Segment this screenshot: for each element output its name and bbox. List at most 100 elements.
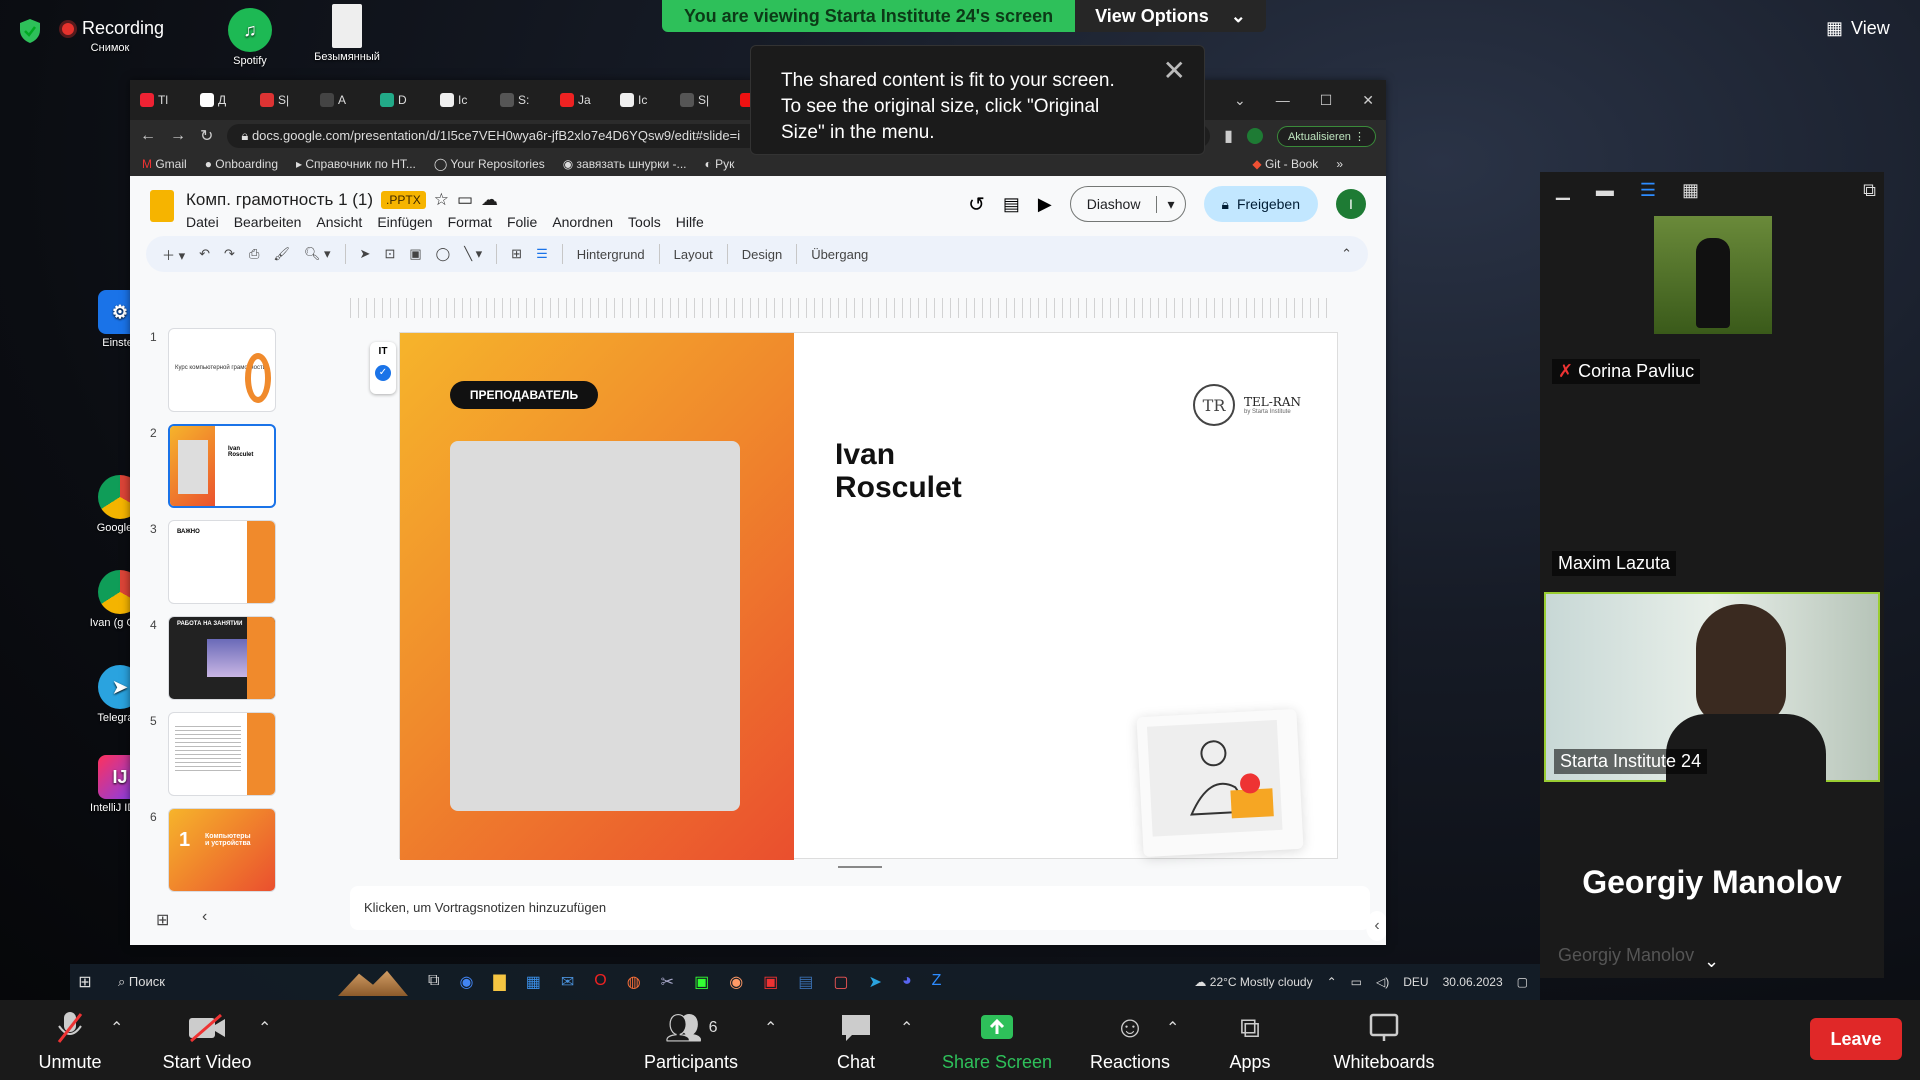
view-options-button[interactable]: View Options ⌄ (1075, 0, 1266, 32)
exit-panel-icon[interactable]: ⧉ (1863, 180, 1876, 201)
slide-thumbnail-selected[interactable]: Ivan Rosculet (168, 424, 276, 508)
horizontal-ruler[interactable] (350, 298, 1332, 318)
chat-chevron-icon[interactable]: ⌃ (900, 1018, 913, 1038)
toolbar-layout-button[interactable]: Layout (674, 247, 713, 262)
bookmark-git-book[interactable]: ◆ Git - Book (1252, 157, 1318, 171)
forward-icon[interactable]: → (170, 127, 186, 145)
bookmark-shoelaces[interactable]: ◉ завязать шнурки -... (563, 157, 687, 171)
comment-add-icon[interactable]: ⊞ (511, 246, 522, 262)
select-cursor-icon[interactable]: ➤ (360, 246, 371, 262)
resize-handle[interactable] (838, 866, 882, 868)
print-icon[interactable]: ⎙ (249, 246, 259, 262)
cloud-status-icon[interactable]: ☁ (481, 190, 498, 210)
browser-tab[interactable]: Ja (560, 87, 614, 113)
menu-hilfe[interactable]: Hilfe (676, 214, 704, 230)
desktop-icon-file[interactable]: Безымянный (307, 4, 387, 63)
line-icon[interactable]: ╲ ▾ (464, 246, 482, 262)
speaker-view-icon[interactable]: ☰ (1640, 180, 1656, 201)
menu-ansicht[interactable]: Ansicht (316, 214, 362, 230)
paint-format-icon[interactable]: 🖌︎ (273, 246, 290, 262)
toolbar-design-button[interactable]: Design (742, 247, 782, 262)
side-panel-toggle-icon[interactable]: ‹ (1366, 911, 1386, 941)
clock-date[interactable]: 30.06.2023 (1443, 975, 1503, 989)
single-view-icon[interactable]: ▬ (1596, 180, 1614, 201)
slides-logo-icon[interactable] (150, 190, 174, 222)
mail-icon[interactable]: ✉ (561, 972, 574, 992)
collapse-toolbar-icon[interactable]: ⌃ (1341, 246, 1352, 262)
network-icon[interactable]: ▭ (1351, 975, 1362, 989)
leave-button[interactable]: Leave (1810, 1018, 1902, 1060)
store-icon[interactable]: ▦ (526, 972, 541, 992)
video-tile-maxim[interactable]: Maxim Lazuta (1544, 392, 1880, 582)
menu-tools[interactable]: Tools (628, 214, 661, 230)
speaker-notes-field[interactable]: Klicken, um Vortragsnotizen hinzuzufügen (350, 886, 1370, 930)
zoom-icon[interactable]: 🔍︎ ▾ (304, 246, 331, 262)
view-button[interactable]: ▦ View (1826, 18, 1890, 39)
slide-thumbnail[interactable]: РАБОТА НА ЗАНЯТИИ (168, 616, 276, 700)
user-avatar[interactable]: I (1336, 189, 1366, 219)
discord-icon[interactable]: ◕ (902, 972, 912, 992)
firefox-icon[interactable]: ◍ (627, 972, 641, 992)
bookmark-onboarding[interactable]: ● Onboarding (205, 157, 278, 171)
tab-search-icon[interactable]: ⌄ (1234, 92, 1246, 109)
whiteboards-button[interactable]: Whiteboards (1324, 1010, 1444, 1073)
opera-icon[interactable]: O (594, 972, 606, 992)
translate-icon[interactable]: IT (370, 342, 396, 357)
reload-icon[interactable]: ↻ (200, 126, 213, 146)
text-box-icon[interactable]: ⊡ (384, 246, 395, 262)
scroll-down-icon[interactable]: ⌄ (1704, 951, 1719, 972)
floating-assist-panel[interactable]: IT ✓ (370, 342, 396, 394)
more-bookmarks-icon[interactable]: » (1336, 157, 1343, 171)
slide-thumbnail[interactable]: 1 Компьютеры и устройства (168, 808, 276, 892)
browser-tab[interactable]: Ic (620, 87, 674, 113)
notification-icon[interactable]: ▢ (1517, 975, 1528, 989)
video-tile-corina[interactable]: ✗ Corina Pavliuc (1544, 200, 1880, 390)
video-tile-georgiy[interactable]: Georgiy Manolov Georgiy Manolov ⌄ (1544, 784, 1880, 974)
desktop-icon-spotify[interactable]: ♫ Spotify (210, 8, 290, 67)
reactions-chevron-icon[interactable]: ⌃ (1166, 1018, 1179, 1038)
add-slide-icon[interactable]: ＋ ▾ (162, 245, 185, 264)
menu-format[interactable]: Format (448, 214, 492, 230)
slide-thumbnail[interactable]: ВАЖНО (168, 520, 276, 604)
grid-view-icon[interactable]: ⊞ (156, 910, 169, 930)
task-view-icon[interactable]: ⧉ (428, 972, 439, 992)
bookmark-gmail[interactable]: M Gmail (142, 157, 187, 171)
history-icon[interactable]: ↺ (968, 192, 985, 217)
jetbrains-icon[interactable]: ▣ (763, 972, 778, 992)
image-icon[interactable]: ▣ (409, 246, 421, 262)
undo-icon[interactable]: ↶ (199, 246, 210, 262)
minimize-panel-icon[interactable]: ▁ (1556, 180, 1570, 201)
maximize-icon[interactable]: ☐ (1320, 92, 1333, 109)
weather-widget[interactable]: ☁ 22°C Mostly cloudy (1194, 975, 1312, 989)
slide-canvas[interactable]: ПРЕПОДАВАТЕЛЬ Ivan Rosculet TR TEL-RAN b… (399, 332, 1338, 860)
browser-tab[interactable]: S| (680, 87, 734, 113)
toolbar-background-button[interactable]: Hintergrund (577, 247, 645, 262)
slide-thumbnail[interactable] (168, 712, 276, 796)
menu-anordnen[interactable]: Anordnen (552, 214, 613, 230)
redo-icon[interactable]: ↷ (224, 246, 235, 262)
recording-indicator[interactable]: Recording (62, 18, 164, 39)
move-folder-icon[interactable]: ▭ (457, 190, 473, 210)
bookmark-repositories[interactable]: ◯ Your Repositories (434, 157, 545, 171)
vs-icon[interactable]: ▤ (798, 972, 813, 992)
chrome-taskbar-icon[interactable]: ◉ (459, 972, 473, 992)
windows-start-icon[interactable]: ⊞ (70, 972, 100, 992)
menu-einfuegen[interactable]: Einfügen (377, 214, 432, 230)
zoom-taskbar-icon[interactable]: Z (932, 972, 942, 992)
share-button[interactable]: 🔒︎ Freigeben (1203, 186, 1318, 222)
menu-folie[interactable]: Folie (507, 214, 537, 230)
postman-icon[interactable]: ◉ (729, 972, 743, 992)
close-icon[interactable]: ✕ (1163, 57, 1186, 85)
desktop-icon-snapshot[interactable]: Снимок (70, 42, 150, 54)
chevron-down-icon[interactable]: ▾ (1156, 195, 1184, 213)
check-circle-icon[interactable]: ✓ (375, 365, 391, 381)
star-icon[interactable]: ☆ (434, 190, 449, 210)
video-tile-active-speaker[interactable]: Starta Institute 24 (1544, 592, 1880, 784)
share-screen-button[interactable]: Share Screen (937, 1010, 1057, 1073)
volume-icon[interactable]: ◁) (1376, 975, 1389, 989)
start-video-button[interactable]: Start Video (147, 1010, 267, 1073)
webstorm-icon[interactable]: ▣ (694, 972, 709, 992)
format-options-icon[interactable]: ☰ (536, 246, 548, 262)
chat-button[interactable]: Chat (796, 1010, 916, 1073)
slide-thumbnail[interactable]: Курс компьютерной грамотности (168, 328, 276, 412)
